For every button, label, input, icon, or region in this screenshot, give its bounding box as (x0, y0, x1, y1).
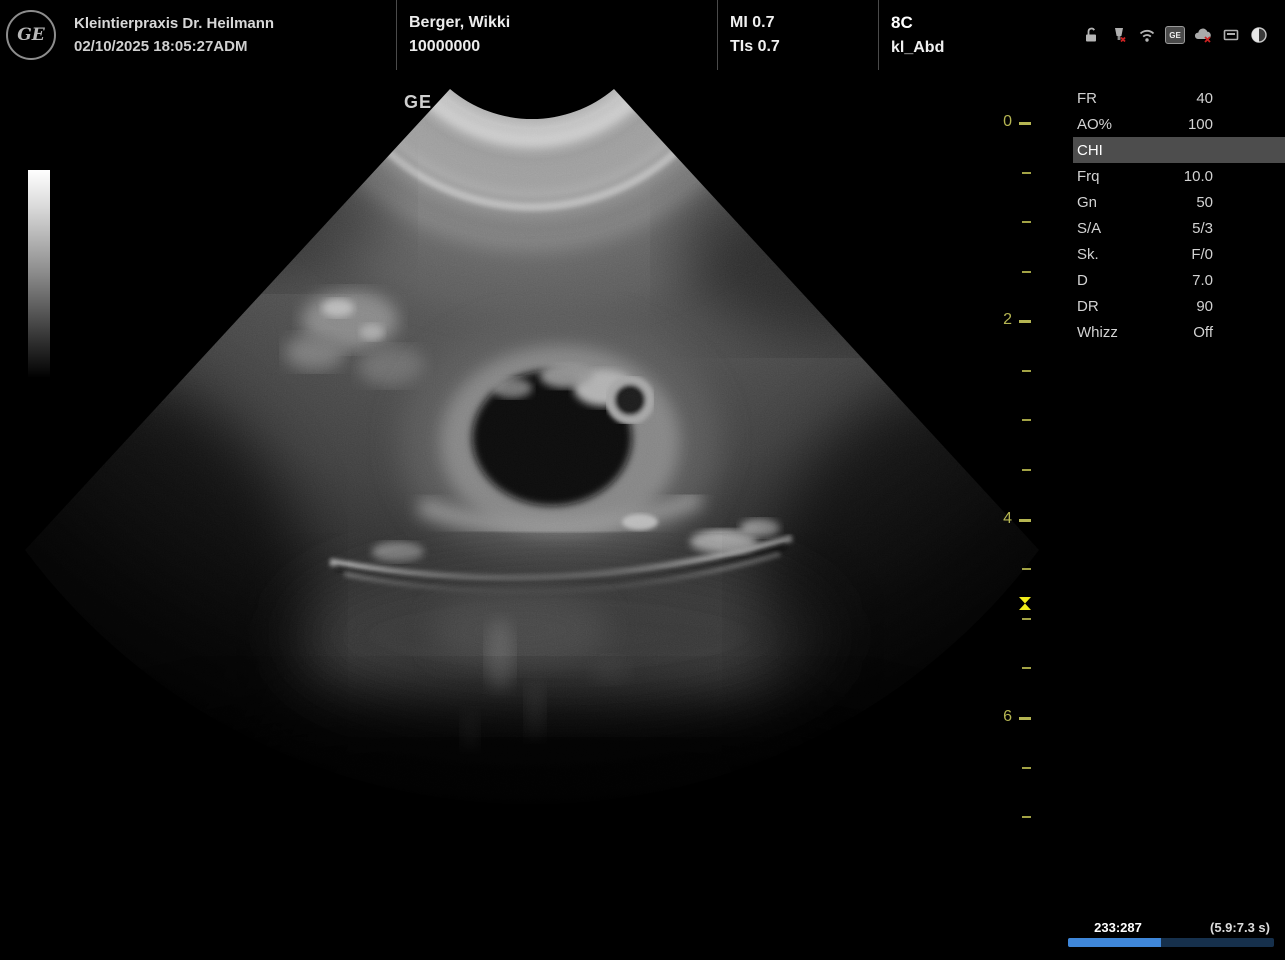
cine-frame-counter: 233:287 (1078, 920, 1158, 935)
ge-logo-monogram: GE (6, 10, 56, 60)
param-label: AO% (1077, 116, 1112, 133)
depth-label: 4 (990, 510, 1012, 528)
patient-block: Berger, Wikki 10000000 (397, 0, 717, 70)
param-label: CHI (1077, 142, 1103, 159)
param-label: Sk. (1077, 246, 1099, 263)
image-area: GE 0 2 4 6 (0, 70, 1285, 960)
param-row-ao: AO% 100 (1073, 111, 1213, 137)
depth-label: 2 (990, 311, 1012, 329)
wifi-icon (1137, 25, 1157, 45)
tis-value: TIs 0.7 (730, 38, 878, 56)
param-label: DR (1077, 298, 1099, 315)
cine-progress-bar[interactable] (1068, 938, 1274, 947)
cine-progress-fill (1068, 938, 1161, 947)
preset-name: kl_Abd (891, 39, 1043, 57)
param-row-sk: Sk. F/0 (1073, 241, 1213, 267)
param-row-dr: DR 90 (1073, 293, 1213, 319)
depth-tick (1022, 172, 1031, 174)
param-value: 40 (1196, 90, 1213, 107)
param-value: 100 (1188, 116, 1213, 133)
probe-block: 8C kl_Abd (879, 0, 1043, 70)
param-row-frq: Frq 10.0 (1073, 163, 1213, 189)
patient-id: 10000000 (409, 38, 717, 56)
depth-tick (1022, 221, 1031, 223)
ge-watermark: GE (404, 92, 432, 113)
depth-tick (1019, 122, 1031, 125)
ge-logo: GE (0, 0, 62, 70)
acoustic-output-block: MI 0.7 TIs 0.7 (718, 0, 878, 70)
depth-tick (1022, 271, 1031, 273)
param-label: FR (1077, 90, 1097, 107)
clinic-block: Kleintierpraxis Dr. Heilmann 02/10/2025 … (62, 0, 396, 70)
unlock-icon (1081, 25, 1101, 45)
param-value: 10.0 (1184, 168, 1213, 185)
clinic-name: Kleintierpraxis Dr. Heilmann (74, 15, 396, 32)
ultrasound-screen: GE Kleintierpraxis Dr. Heilmann 02/10/20… (0, 0, 1285, 960)
header-bar: GE Kleintierpraxis Dr. Heilmann 02/10/20… (0, 0, 1285, 70)
datetime: 02/10/2025 18:05:27ADM (74, 38, 396, 55)
depth-tick (1019, 320, 1031, 323)
param-row-sa: S/A 5/3 (1073, 215, 1213, 241)
depth-tick (1022, 816, 1031, 818)
param-row-d: D 7.0 (1073, 267, 1213, 293)
parameter-panel: FR 40 AO% 100 CHI Frq 10.0 Gn 50 S/A 5/3 (1073, 85, 1213, 345)
cloud-offline-icon (1193, 25, 1213, 45)
depth-label: 6 (990, 708, 1012, 726)
archive-icon (1221, 25, 1241, 45)
contrast-icon (1249, 25, 1269, 45)
param-row-whizz: Whizz Off (1073, 319, 1213, 345)
param-label: S/A (1077, 220, 1101, 237)
depth-label: 0 (990, 113, 1012, 131)
param-value: F/0 (1191, 246, 1213, 263)
param-value: 5/3 (1192, 220, 1213, 237)
param-value: Off (1193, 324, 1213, 341)
cine-bar-area: 233:287 (5.9:7.3 s) (1066, 920, 1278, 950)
cine-time-range: (5.9:7.3 s) (1210, 920, 1270, 935)
depth-tick (1022, 618, 1031, 620)
param-value: 7.0 (1192, 272, 1213, 289)
param-label: Frq (1077, 168, 1100, 185)
param-row-gn: Gn 50 (1073, 189, 1213, 215)
focus-marker (1018, 597, 1032, 610)
depth-tick (1022, 370, 1031, 372)
patient-name: Berger, Wikki (409, 14, 717, 32)
status-icon-bar: GE (1043, 0, 1285, 70)
depth-tick (1022, 469, 1031, 471)
param-value: 50 (1196, 194, 1213, 211)
param-label: D (1077, 272, 1088, 289)
grayscale-bar (28, 170, 50, 378)
param-value: 90 (1196, 298, 1213, 315)
probe-alert-icon (1109, 25, 1129, 45)
depth-tick (1019, 519, 1031, 522)
param-label: Gn (1077, 194, 1097, 211)
ge-network-icon-label: GE (1165, 26, 1185, 44)
depth-tick (1022, 767, 1031, 769)
param-label: Whizz (1077, 324, 1118, 341)
depth-tick (1022, 568, 1031, 570)
ge-network-icon: GE (1165, 25, 1185, 45)
param-row-fr: FR 40 (1073, 85, 1213, 111)
probe-name: 8C (891, 13, 1043, 33)
depth-tick (1022, 667, 1031, 669)
depth-tick (1022, 419, 1031, 421)
depth-scale: 0 2 4 6 (990, 70, 1036, 960)
mi-value: MI 0.7 (730, 14, 878, 32)
depth-tick (1019, 717, 1031, 720)
param-row-chi: CHI (1073, 137, 1285, 163)
